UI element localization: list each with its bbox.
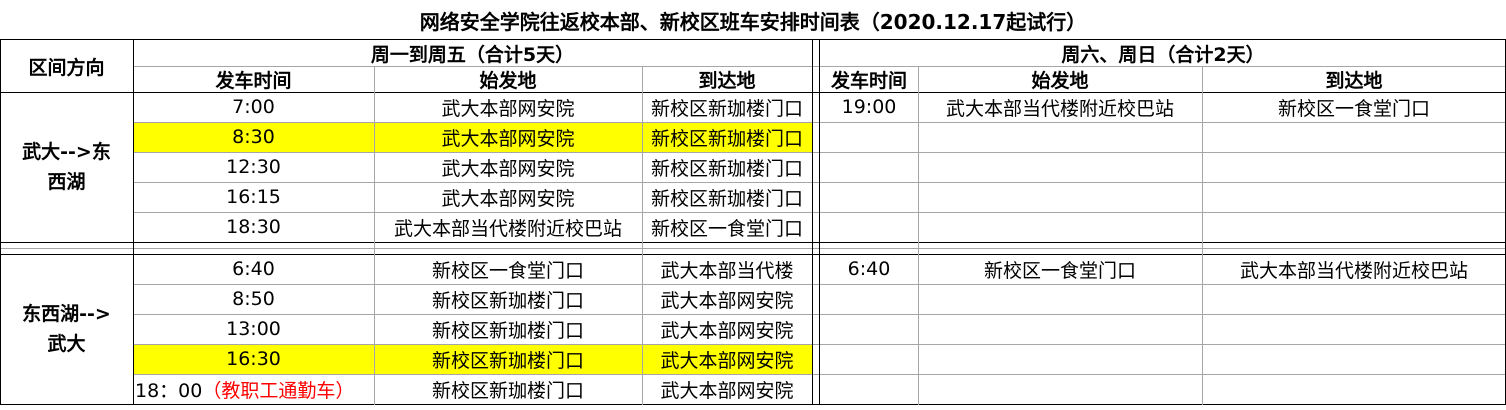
s1-r5-origin: 武大本部当代楼附近校巴站 <box>393 217 622 240</box>
s1-r1-time: 7:00 <box>232 96 275 118</box>
s2-r4-destination: 武大本部网安院 <box>642 344 812 374</box>
s2-r5-time-note: （教职工通勤车） <box>202 379 355 402</box>
s2-r2-time: 8:50 <box>232 288 275 310</box>
s1-r2-destination: 新校区新珈楼门口 <box>642 122 812 152</box>
grid-line <box>0 254 1506 255</box>
direction-line1: 武大-->东 <box>22 141 111 163</box>
grid-line <box>374 66 375 405</box>
s2-r1-time: 6:40 <box>232 258 275 280</box>
s1-weekend-r1-origin: 武大本部当代楼附近校巴站 <box>945 97 1174 120</box>
s1-r3-destination: 新校区新珈楼门口 <box>650 157 803 180</box>
grid-line <box>812 39 813 405</box>
s1-weekend-r1-time: 19:00 <box>841 96 897 118</box>
s1-r3-time: 12:30 <box>226 156 281 178</box>
s1-r2-origin: 武大本部网安院 <box>374 122 642 152</box>
direction-line1: 东西湖--> <box>22 303 111 325</box>
header-weekday-group: 周一到周五（合计5天） <box>370 44 575 66</box>
header-destination-weekday: 到达地 <box>698 70 756 92</box>
schedule-sheet: 网络安全学院往返校本部、新校区班车安排时间表（2020.12.17起试行） 区间… <box>0 0 1506 410</box>
s2-r2-origin: 新校区新珈楼门口 <box>431 289 584 312</box>
grid-line <box>0 248 1506 249</box>
s2-r5-time: 18：00 <box>135 379 203 402</box>
grid-line <box>0 92 1506 93</box>
direction-line2: 武大 <box>47 333 86 355</box>
s2-r1-destination: 武大本部当代楼 <box>660 259 794 282</box>
direction-label-to-wuda: 东西湖--> 武大 <box>0 254 133 404</box>
header-weekend-group: 周六、周日（合计2天） <box>1061 44 1265 66</box>
grid-line <box>0 242 1506 243</box>
header-depart-time-weekday: 发车时间 <box>215 70 292 92</box>
s1-r4-time: 16:15 <box>226 186 281 208</box>
grid-line <box>819 39 820 405</box>
s1-weekend-r1-destination: 新校区一食堂门口 <box>1277 97 1430 120</box>
s1-r5-time: 18:30 <box>226 216 281 238</box>
s2-r1-origin: 新校区一食堂门口 <box>431 259 584 282</box>
grid-line <box>0 39 1 405</box>
s1-r2-time: 8:30 <box>133 122 374 152</box>
s2-r4-time: 16:30 <box>133 344 374 374</box>
s1-r4-origin: 武大本部网安院 <box>441 187 575 210</box>
header-destination-weekend: 到达地 <box>1325 70 1383 92</box>
grid-line <box>918 66 919 405</box>
direction-label-to-dongxihu: 武大-->东 西湖 <box>0 92 133 242</box>
s2-r4-origin: 新校区新珈楼门口 <box>374 344 642 374</box>
s1-r4-destination: 新校区新珈楼门口 <box>650 187 803 210</box>
header-direction: 区间方向 <box>28 56 105 79</box>
s2-r3-time: 13:00 <box>226 318 281 340</box>
grid-line <box>642 66 643 405</box>
s1-r1-origin: 武大本部网安院 <box>441 97 575 120</box>
s2-r5-time-cell: 18：00 （教职工通勤车） <box>133 374 374 404</box>
s1-r1-destination: 新校区新珈楼门口 <box>650 97 803 120</box>
grid-line <box>1202 66 1203 405</box>
page-title: 网络安全学院往返校本部、新校区班车安排时间表（2020.12.17起试行） <box>419 9 1087 34</box>
header-origin-weekday: 始发地 <box>479 70 537 92</box>
header-depart-time-weekend: 发车时间 <box>830 70 907 92</box>
grid-line <box>133 39 134 405</box>
s2-r5-destination: 武大本部网安院 <box>660 379 794 402</box>
s1-r3-origin: 武大本部网安院 <box>441 157 575 180</box>
s2-weekend-r1-destination: 武大本部当代楼附近校巴站 <box>1239 259 1468 282</box>
s1-r5-destination: 新校区一食堂门口 <box>650 217 803 240</box>
s2-r5-origin: 新校区新珈楼门口 <box>431 379 584 402</box>
s2-r3-origin: 新校区新珈楼门口 <box>431 319 584 342</box>
direction-line2: 西湖 <box>47 171 86 193</box>
s2-r3-destination: 武大本部网安院 <box>660 319 794 342</box>
s2-weekend-r1-origin: 新校区一食堂门口 <box>983 259 1136 282</box>
header-origin-weekend: 始发地 <box>1031 70 1089 92</box>
grid-line <box>0 404 1506 405</box>
grid-line <box>0 39 1506 40</box>
s2-r2-destination: 武大本部网安院 <box>660 289 794 312</box>
s2-weekend-r1-time: 6:40 <box>847 258 891 280</box>
